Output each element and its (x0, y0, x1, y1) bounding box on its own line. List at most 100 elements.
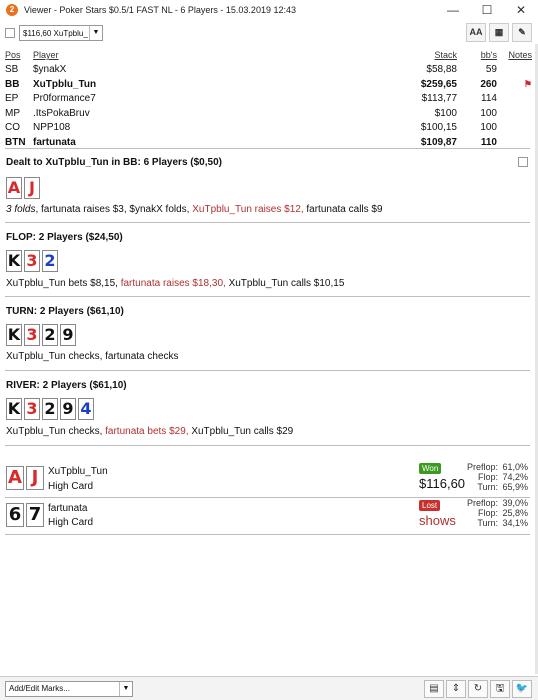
header-stack[interactable]: Stack (434, 50, 457, 60)
player-stack: $113,77 (421, 93, 457, 105)
hand-selector-dropdown[interactable]: $116,60 XuTpblu_ ▼ (19, 25, 103, 41)
card-two-diamonds: 2 (42, 250, 58, 272)
stat-value: 74,2% (502, 472, 528, 482)
stat-label: Flop: (477, 508, 498, 518)
card-jack-hearts: J (26, 466, 44, 490)
river-title: RIVER: 2 Players ($61,10) (6, 380, 127, 391)
card-nine-spades: 9 (60, 324, 76, 346)
player-notes[interactable]: ⚑ (497, 79, 532, 90)
player-bbs: 100 (480, 107, 497, 119)
result-amount: $116,60 (419, 476, 466, 491)
action-text: , fartunata raises $3, $ynakX folds, (35, 204, 193, 215)
result-player-name: XuTpblu_Tun (48, 466, 108, 477)
player-bbs: 100 (480, 122, 497, 134)
twitter-icon[interactable]: 🐦 (512, 680, 532, 698)
flop-title: FLOP: 2 Players ($24,50) (6, 232, 123, 243)
card-three-hearts: 3 (24, 398, 40, 420)
toolbar: $116,60 XuTpblu_ ▼ AA ▦ ✎ (0, 22, 538, 44)
card-two-spades: 2 (42, 398, 58, 420)
river-cards: K 3 2 9 4 (6, 398, 94, 420)
flop-cards: K 3 2 (6, 250, 58, 272)
up-down-icon[interactable]: ⇕ (446, 680, 466, 698)
river-actions: XuTpblu_Tun checks, fartunata bets $29, … (6, 426, 293, 437)
player-stack: $100,15 (420, 122, 457, 134)
marks-dropdown[interactable]: Add/Edit Marks... ▼ (5, 680, 133, 697)
player-row[interactable]: MP .ItsPokaBruv $100 100 (5, 106, 532, 121)
stat-label: Flop: (477, 472, 498, 482)
result-player-name: fartunata (48, 503, 88, 514)
flag-icon[interactable]: ⚑ (524, 79, 532, 89)
maximize-button[interactable]: ☐ (470, 0, 504, 20)
action-text: XuTpblu_Tun checks, (6, 426, 106, 437)
player-position: MP (5, 107, 20, 119)
header-notes[interactable]: Notes (508, 50, 532, 60)
action-text: XuTpblu_Tun bets $8,15, (6, 278, 121, 289)
card-jack-hearts: J (24, 177, 40, 199)
player-stack: $100 (434, 107, 457, 119)
player-name: Pr0formance7 (33, 93, 96, 105)
stat-label: Preflop: (466, 498, 498, 508)
card-four-diamonds: 4 (78, 398, 94, 420)
result-amount: shows (419, 513, 456, 528)
player-stack: $109,87 (420, 136, 457, 148)
equity-stats: Preflop: 39,0% Flop: 25,8% Turn: 34,1% (460, 498, 528, 528)
lost-badge: Lost (419, 500, 441, 511)
card-king-spades: K (6, 398, 22, 420)
app-logo-icon: 2 (6, 4, 18, 16)
player-row[interactable]: BB XuTpblu_Tun $259,65 260 ⚑ (5, 77, 532, 92)
minimize-button[interactable]: — (436, 0, 470, 20)
document-icon[interactable]: ▤ (424, 680, 444, 698)
players-table-header: Pos Player Stack bb's Notes (5, 48, 532, 63)
window-title: Viewer - Poker Stars $0.5/1 FAST NL - 6 … (24, 5, 296, 15)
card-two-spades: 2 (42, 324, 58, 346)
equity-stats: Preflop: 61,0% Flop: 74,2% Turn: 65,9% (460, 462, 528, 492)
player-position: SB (5, 64, 19, 76)
player-bbs: 59 (485, 64, 497, 76)
header-pos[interactable]: Pos (5, 50, 21, 60)
footer-bar: Add/Edit Marks... ▼ ▤ ⇕ ↻ 🖫 🐦 (0, 676, 538, 700)
action-text: 3 folds (6, 204, 36, 215)
edit-icon[interactable]: ✎ (512, 23, 532, 42)
save-icon[interactable]: 🖫 (490, 680, 510, 698)
font-size-button[interactable]: AA (466, 23, 486, 42)
select-checkbox[interactable] (5, 28, 15, 38)
card-king-spades: K (6, 250, 22, 272)
players-table: Pos Player Stack bb's Notes SB $ynakX $58,… (5, 48, 532, 150)
chevron-down-icon[interactable]: ▼ (89, 26, 102, 40)
stat-label: Preflop: (466, 462, 498, 472)
preflop-checkbox[interactable] (518, 157, 528, 167)
hand-selector-value: $116,60 XuTpblu_ (23, 28, 88, 38)
chevron-down-icon[interactable]: ▼ (119, 681, 132, 696)
hole-cards: A J (6, 177, 40, 199)
refresh-icon[interactable]: ↻ (468, 680, 488, 698)
player-name: fartunata (33, 136, 76, 148)
action-text-villain: fartunata bets $29, (105, 426, 189, 437)
player-row[interactable]: SB $ynakX $58,88 59 (5, 63, 532, 78)
stat-value: 65,9% (502, 482, 528, 492)
stat-value: 39,0% (502, 498, 528, 508)
player-bbs: 114 (481, 93, 497, 105)
stat-label: Turn: (477, 518, 498, 528)
player-row[interactable]: EP Pr0formance7 $113,77 114 (5, 92, 532, 107)
card-seven-spades: 7 (26, 503, 44, 527)
player-position: CO (5, 122, 20, 134)
player-bbs: 110 (480, 136, 497, 148)
action-text-villain: fartunata raises $18,30, (120, 278, 226, 289)
preflop-actions: 3 folds, fartunata raises $3, $ynakX fol… (6, 204, 383, 215)
player-bbs: 260 (480, 78, 497, 90)
header-bbs[interactable]: bb's (481, 50, 497, 60)
player-row[interactable]: CO NPP108 $100,15 100 (5, 121, 532, 136)
player-name: NPP108 (33, 122, 71, 134)
grid-icon[interactable]: ▦ (489, 23, 509, 42)
close-button[interactable]: ✕ (504, 0, 538, 20)
turn-cards: K 3 2 9 (6, 324, 76, 346)
player-position: BTN (5, 136, 26, 148)
header-player[interactable]: Player (33, 50, 59, 60)
action-text: fartunata calls $9 (303, 204, 383, 215)
divider (5, 370, 530, 371)
action-text: XuTpblu_Tun calls $10,15 (225, 278, 345, 289)
divider (5, 296, 530, 297)
preflop-title: Dealt to XuTpblu_Tun in BB: 6 Players ($… (6, 157, 222, 168)
card-nine-spades: 9 (60, 398, 76, 420)
stat-value: 61,0% (502, 462, 528, 472)
